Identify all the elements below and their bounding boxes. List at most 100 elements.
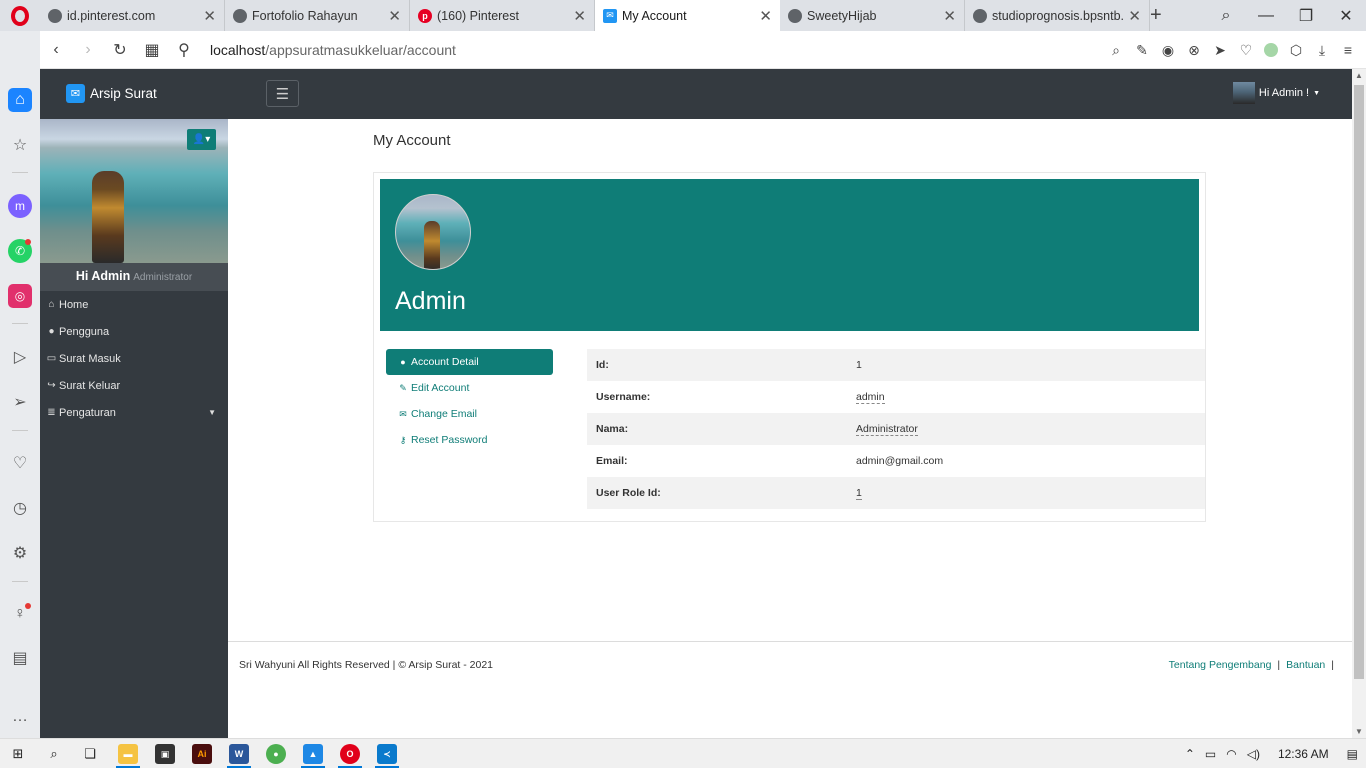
- footer-links: Tentang Pengembang | Bantuan |: [1169, 659, 1340, 671]
- detail-value-editable[interactable]: 1: [856, 487, 862, 500]
- scroll-up-icon[interactable]: ▲: [1352, 71, 1366, 80]
- notifications-icon[interactable]: ▤: [1347, 747, 1358, 761]
- detail-label: Nama:: [596, 423, 629, 435]
- forward-icon[interactable]: ›: [72, 41, 104, 59]
- tab-title: id.pinterest.com: [67, 8, 156, 23]
- menu-icon[interactable]: ≡: [1340, 42, 1356, 58]
- hamburger-icon: ☰: [275, 85, 290, 103]
- notification-dot: [25, 239, 31, 245]
- history-icon[interactable]: ◷: [8, 496, 32, 520]
- wifi-icon[interactable]: ◠: [1226, 747, 1236, 761]
- settings-icon[interactable]: ⚙: [8, 541, 32, 565]
- sidebar-item-surat-masuk[interactable]: ▭ Surat Masuk: [40, 345, 228, 372]
- battery-icon[interactable]: ▭: [1205, 747, 1216, 761]
- cube-icon[interactable]: ⬡: [1288, 42, 1304, 59]
- vscode-icon[interactable]: ≺: [377, 744, 397, 764]
- camera-icon[interactable]: ◉: [1160, 42, 1176, 59]
- divider: [12, 172, 28, 173]
- sidebar-toggle-button[interactable]: ☰: [266, 80, 299, 107]
- vpn-icon[interactable]: [1264, 43, 1278, 57]
- sidebar-user-role: Administrator: [133, 272, 193, 283]
- browser-tab-active[interactable]: ✉ My Account ✕: [595, 0, 780, 31]
- close-icon[interactable]: ✕: [573, 7, 586, 25]
- detail-value-editable[interactable]: admin: [856, 391, 885, 404]
- browser-tab[interactable]: SweetyHijab ✕: [780, 0, 965, 31]
- instagram-icon[interactable]: ◎: [8, 284, 32, 308]
- scroll-down-icon[interactable]: ▼: [1352, 727, 1366, 736]
- tab-change-email[interactable]: ✉ Change Email: [386, 401, 553, 427]
- detail-value-editable[interactable]: Administrator: [856, 423, 918, 436]
- volume-icon[interactable]: ◁): [1247, 747, 1260, 761]
- app-sidebar: 👤▾ Hi Admin Administrator ⌂ Home ● Penggu…: [40, 119, 228, 738]
- messenger-icon[interactable]: m: [8, 194, 32, 218]
- globe-icon: [233, 8, 247, 23]
- chrome-icon[interactable]: ●: [266, 744, 286, 764]
- brand-text: Arsip Surat: [90, 86, 157, 101]
- account-tabs: ● Account Detail ✎ Edit Account ✉ Change…: [386, 349, 553, 453]
- user-options-button[interactable]: 👤▾: [187, 129, 216, 150]
- send-icon[interactable]: ➢: [8, 390, 32, 414]
- photos-icon[interactable]: ▲: [303, 744, 323, 764]
- footer-link-help[interactable]: Bantuan: [1286, 659, 1325, 671]
- search-tabs-icon[interactable]: ⌕: [1206, 7, 1246, 25]
- close-icon[interactable]: ✕: [388, 7, 401, 25]
- user-dropdown[interactable]: Hi Admin ! ▼: [1232, 82, 1320, 104]
- sidebar-item-pengguna[interactable]: ● Pengguna: [40, 318, 228, 345]
- illustrator-icon[interactable]: Ai: [192, 744, 212, 764]
- chevron-up-icon[interactable]: ⌃: [1185, 747, 1195, 761]
- sidebar-item-pengaturan[interactable]: ≣ Pengaturan ▼: [40, 399, 228, 426]
- tab-label: Change Email: [411, 408, 477, 420]
- close-icon[interactable]: ✕: [203, 7, 216, 25]
- detail-label: Email:: [596, 455, 628, 467]
- tab-edit-account[interactable]: ✎ Edit Account: [386, 375, 553, 401]
- windows-start-icon[interactable]: ⊞: [8, 744, 28, 764]
- sidebar-item-home[interactable]: ⌂ Home: [40, 291, 228, 318]
- tab-reset-password[interactable]: ⚷ Reset Password: [386, 427, 553, 453]
- page-scrollbar[interactable]: ▲ ▼: [1352, 69, 1366, 738]
- tab-title: SweetyHijab: [807, 8, 877, 23]
- clock[interactable]: 12:36 AM: [1278, 747, 1329, 761]
- send-icon[interactable]: ➤: [1212, 42, 1228, 59]
- scrollbar-thumb[interactable]: [1354, 85, 1364, 679]
- tabs-grid-icon[interactable]: ▦: [136, 40, 168, 60]
- divider: [12, 323, 28, 324]
- close-icon[interactable]: ✕: [1128, 7, 1141, 25]
- browser-tab[interactable]: Fortofolio Rahayun ✕: [225, 0, 410, 31]
- search-icon[interactable]: ⌕: [1108, 42, 1124, 59]
- heart-icon[interactable]: ♡: [8, 451, 32, 475]
- word-icon[interactable]: W: [229, 744, 249, 764]
- player-icon[interactable]: ▷: [8, 345, 32, 369]
- close-icon[interactable]: ✕: [759, 7, 772, 25]
- star-icon[interactable]: ☆: [8, 133, 32, 157]
- minimize-icon[interactable]: —: [1246, 7, 1286, 25]
- extension-icon[interactable]: ▤: [8, 646, 32, 670]
- task-view-icon[interactable]: ❏: [80, 744, 100, 764]
- store-icon[interactable]: ▣: [155, 744, 175, 764]
- more-icon[interactable]: …: [8, 705, 32, 729]
- home-icon[interactable]: ⌂: [8, 88, 32, 112]
- block-icon[interactable]: ⊗: [1186, 42, 1202, 59]
- opera-icon[interactable]: O: [340, 744, 360, 764]
- sidebar-item-surat-keluar[interactable]: ↪ Surat Keluar: [40, 372, 228, 399]
- browser-tab[interactable]: p (160) Pinterest ✕: [410, 0, 595, 31]
- file-explorer-icon[interactable]: ▬: [118, 744, 138, 764]
- tab-account-detail[interactable]: ● Account Detail: [386, 349, 553, 375]
- back-icon[interactable]: ‹: [40, 41, 72, 59]
- opera-logo-icon[interactable]: [0, 0, 40, 31]
- new-tab-icon[interactable]: +: [1150, 4, 1162, 27]
- edit-icon[interactable]: ✎: [1134, 42, 1150, 59]
- browser-tab[interactable]: id.pinterest.com ✕: [40, 0, 225, 31]
- reload-icon[interactable]: ↻: [104, 40, 136, 60]
- restore-icon[interactable]: ❐: [1286, 6, 1326, 26]
- brand-link[interactable]: ✉ Arsip Surat: [66, 84, 157, 103]
- download-icon[interactable]: ⤓: [1314, 42, 1330, 59]
- close-icon[interactable]: ✕: [943, 7, 956, 25]
- url-field[interactable]: localhost/appsuratmasukkeluar/account: [210, 42, 456, 58]
- search-icon[interactable]: ⌕: [44, 744, 64, 764]
- browser-tab[interactable]: studioprognosis.bpsntb. ✕: [965, 0, 1150, 31]
- sidebar-menu: ⌂ Home ● Pengguna ▭ Surat Masuk ↪ Surat …: [40, 291, 228, 426]
- heart-icon[interactable]: ♡: [1238, 42, 1254, 59]
- footer-link-developer[interactable]: Tentang Pengembang: [1169, 659, 1272, 671]
- close-window-icon[interactable]: ✕: [1326, 6, 1366, 26]
- site-info-icon[interactable]: ⚲: [168, 40, 200, 60]
